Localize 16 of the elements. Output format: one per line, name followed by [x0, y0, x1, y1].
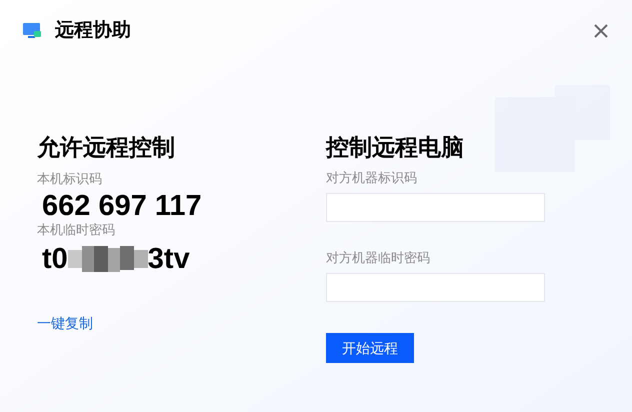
close-icon — [594, 24, 608, 38]
section-heading: 允许远程控制 — [37, 133, 176, 162]
start-button[interactable]: 开始远程 — [326, 333, 414, 363]
field-label: 对方机器标识码 — [326, 169, 418, 187]
machine-id: 662 697 117 — [42, 191, 203, 221]
field-label: 本机标识码 — [37, 170, 103, 188]
password-text: 3tv — [148, 243, 190, 275]
field-label: 对方机器临时密码 — [326, 249, 431, 267]
monitor-icon — [22, 22, 42, 40]
password-text: t0 — [42, 243, 68, 275]
input-field[interactable] — [326, 193, 545, 222]
copy-link[interactable]: 一键复制 — [37, 313, 93, 334]
window-title: 远程协助 — [55, 18, 131, 43]
section-heading: 控制远程电脑 — [326, 133, 465, 162]
field-label: 本机临时密码 — [37, 221, 116, 239]
input-field[interactable] — [326, 273, 545, 302]
